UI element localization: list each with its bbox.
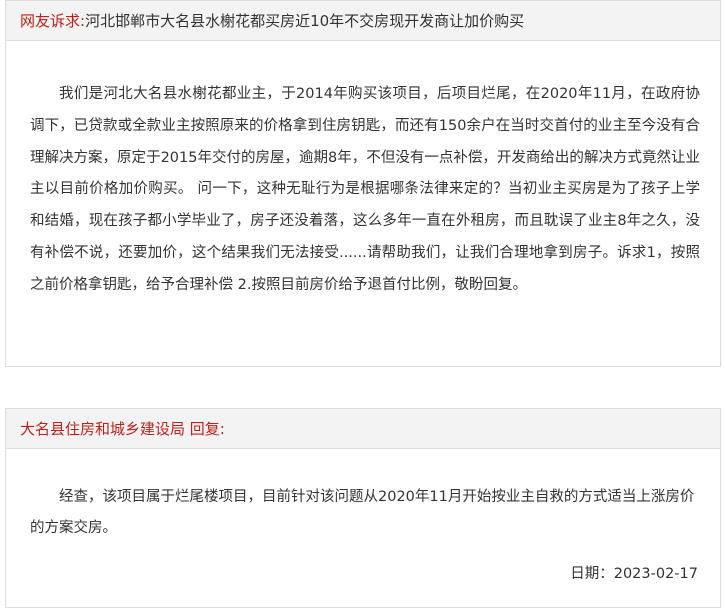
reply-content: 经查，该项目属于烂尾楼项目，目前针对该问题从2020年11月开始按业主自救的方式… (30, 489, 695, 536)
reply-date-label: 日期： (570, 566, 614, 582)
reply-date-line: 日期：2023-02-17 (570, 562, 698, 583)
reply-header: 大名县住房和城乡建设局 回复: (6, 409, 720, 449)
complaint-title: 河北邯郸市大名县水榭花都买房近10年不交房现开发商让加价购买 (85, 12, 525, 30)
complaint-panel: 网友诉求: 河北邯郸市大名县水榭花都买房近10年不交房现开发商让加价购买 我们是… (5, 0, 721, 367)
complaint-header: 网友诉求: 河北邯郸市大名县水榭花都买房近10年不交房现开发商让加价购买 (6, 1, 720, 41)
complaint-label: 网友诉求: (20, 12, 86, 30)
complaint-content: 我们是河北大名县水榭花都业主，于2014年购买该项目，后项目烂尾，在2020年1… (30, 86, 700, 293)
reply-department: 大名县住房和城乡建设局 回复: (20, 420, 225, 438)
reply-date: 2023-02-17 (613, 566, 698, 582)
reply-panel: 大名县住房和城乡建设局 回复: 经查，该项目属于烂尾楼项目，目前针对该问题从20… (5, 408, 721, 608)
